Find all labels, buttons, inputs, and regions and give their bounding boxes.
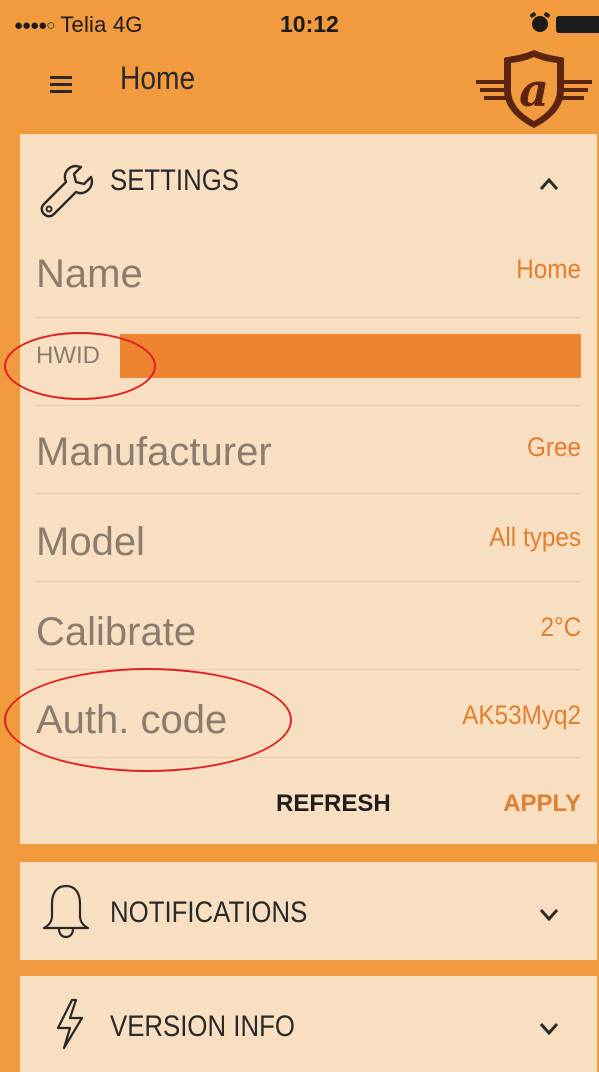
hwid-annotation-circle [4, 332, 156, 400]
calibrate-field[interactable]: Calibrate 2°C [36, 582, 581, 670]
manufacturer-field[interactable]: Manufacturer Gree [36, 406, 581, 494]
apply-button[interactable]: APPLY [503, 790, 581, 818]
name-value: Home [516, 254, 581, 284]
signal-strength-icon: ●●●●○ [14, 17, 55, 34]
calibrate-value: 2°C [540, 612, 581, 642]
brand-shield-logo: a [476, 50, 592, 128]
settings-title: SETTINGS [110, 164, 240, 197]
manufacturer-label: Manufacturer [36, 430, 272, 474]
bell-icon [42, 884, 90, 939]
model-label: Model [36, 520, 145, 564]
calibrate-label: Calibrate [36, 610, 197, 654]
auth-code-annotation-circle [4, 668, 292, 772]
manufacturer-value: Gree [526, 432, 581, 462]
app-header: Home a [0, 40, 599, 132]
auth-code-value: AK53Myq2 [462, 700, 581, 730]
lightning-icon [56, 998, 84, 1050]
name-label: Name [36, 252, 143, 296]
refresh-button[interactable]: REFRESH [276, 790, 391, 818]
alarm-icon [532, 16, 548, 32]
chevron-down-icon[interactable] [538, 906, 560, 922]
battery-icon [556, 16, 599, 33]
clock: 10:12 [280, 11, 339, 37]
notifications-title: NOTIFICATIONS [110, 896, 308, 929]
version-info-panel[interactable]: VERSION INFO [20, 976, 597, 1072]
carrier-info: ●●●●○ Telia 4G [14, 12, 143, 38]
carrier-label: Telia 4G [60, 12, 143, 37]
chevron-up-icon[interactable] [538, 176, 560, 192]
settings-header[interactable]: SETTINGS [20, 134, 597, 232]
hwid-redacted-value [120, 334, 581, 378]
name-field[interactable]: Name Home [36, 230, 581, 318]
app-screen: ●●●●○ Telia 4G 10:12 Home a SETTINGS Nam… [0, 0, 599, 1072]
model-value: All types [489, 522, 581, 552]
settings-actions: REFRESH APPLY [36, 774, 581, 834]
logo-letter: a [519, 63, 549, 117]
model-field[interactable]: Model All types [36, 494, 581, 582]
notifications-panel[interactable]: NOTIFICATIONS [20, 862, 597, 960]
hamburger-menu-icon[interactable] [50, 76, 72, 94]
status-bar: ●●●●○ Telia 4G 10:12 [0, 0, 599, 40]
page-title: Home [120, 60, 196, 96]
chevron-down-icon[interactable] [538, 1020, 560, 1036]
version-info-title: VERSION INFO [110, 1010, 295, 1043]
wrench-icon [40, 164, 94, 218]
